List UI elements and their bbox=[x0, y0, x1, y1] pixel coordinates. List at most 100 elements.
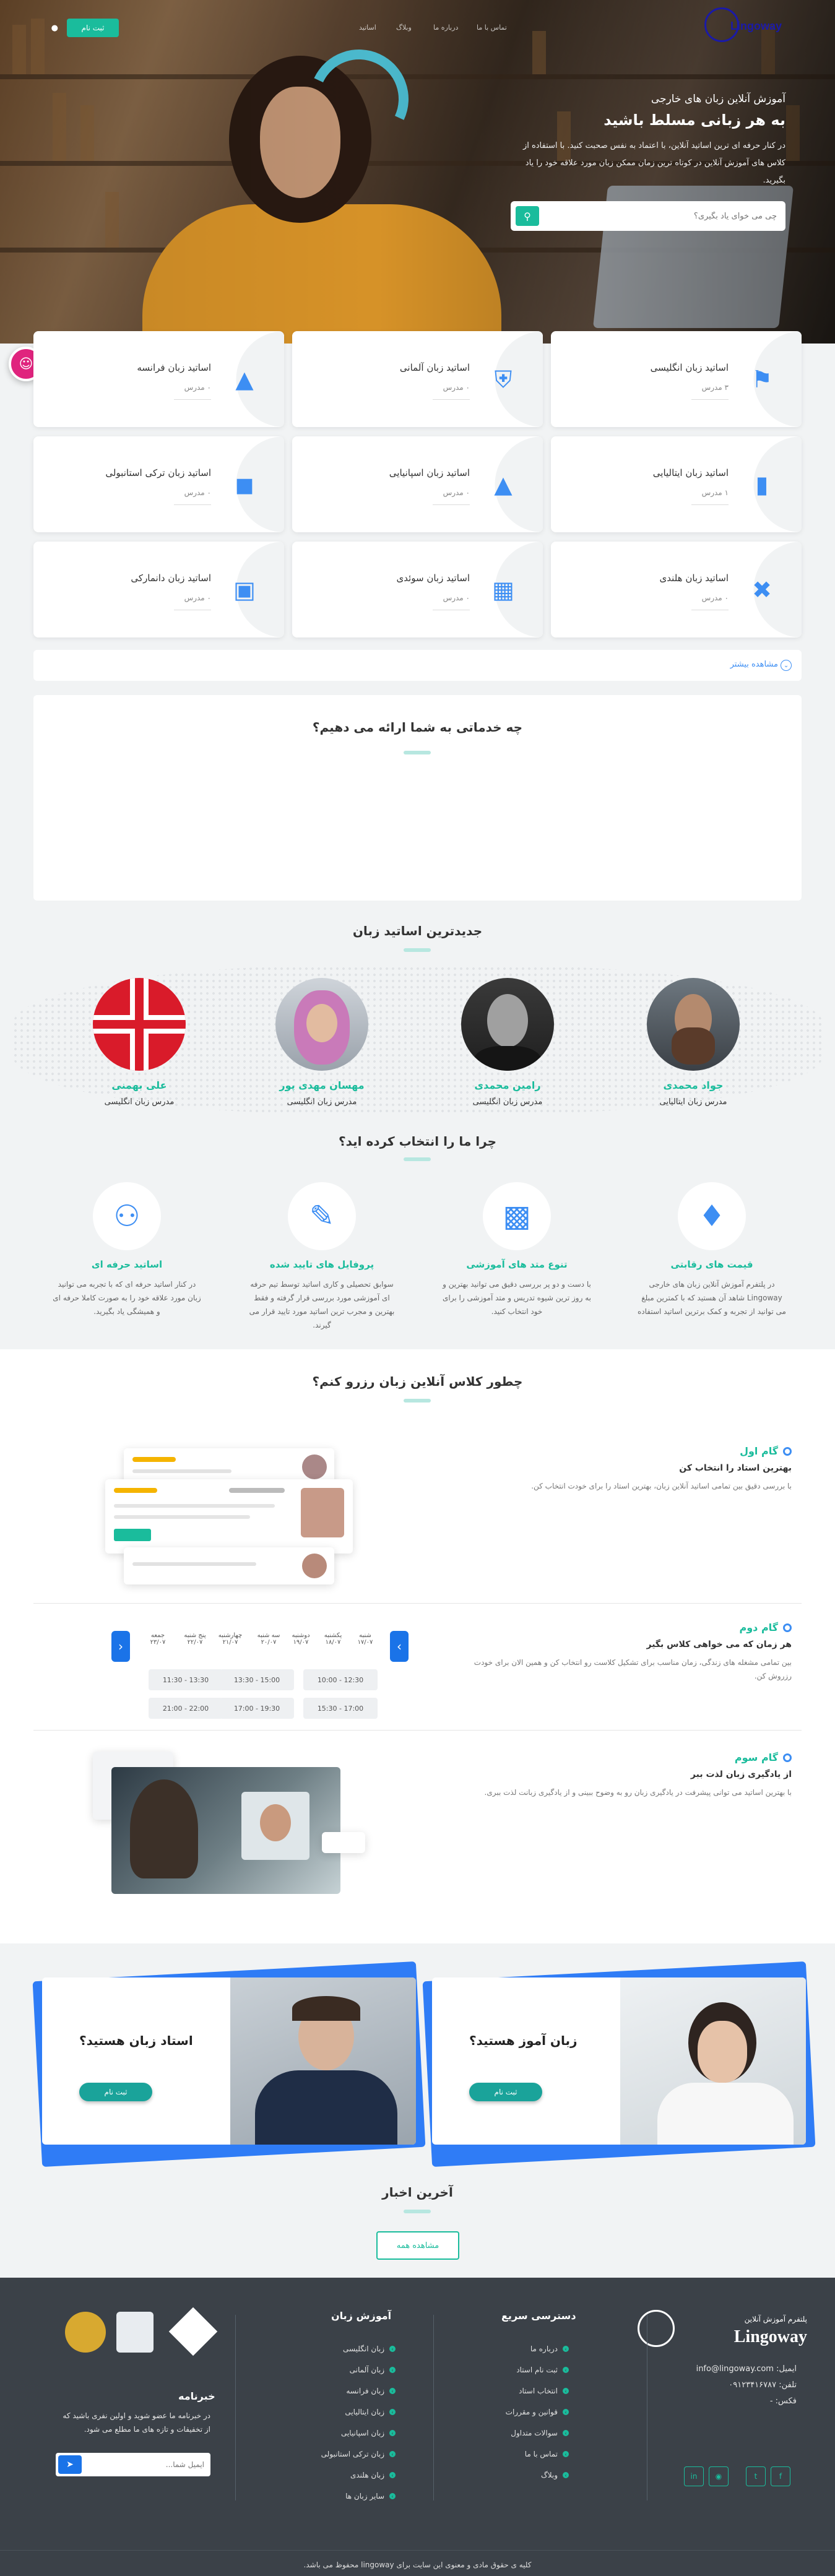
footer-email: ایمیل: info@lingoway.com bbox=[696, 2364, 797, 2374]
time-slot[interactable]: 13:30 - 15:00 bbox=[220, 1669, 294, 1690]
enamad-badge[interactable] bbox=[168, 2307, 218, 2356]
teacher-category-card[interactable]: ▮ اساتید زبان ایتالیایی ۱ مدرس bbox=[551, 436, 802, 532]
newsletter-email-input[interactable] bbox=[87, 2453, 204, 2476]
footer-link[interactable]: › سوالات متداول bbox=[511, 2429, 569, 2437]
card-title: اساتید زبان سوئدی bbox=[396, 573, 470, 584]
windmill-icon: ✖ bbox=[752, 576, 772, 603]
teacher-register-button[interactable]: ثبت نام bbox=[79, 2083, 152, 2101]
teacher-category-card[interactable]: ✖ اساتید زبان هلندی ۰ مدرس bbox=[551, 542, 802, 638]
teacher-category-card[interactable]: ▣ اساتید زبان دانمارکی ۰ مدرس bbox=[33, 542, 284, 638]
next-week-button[interactable]: › bbox=[390, 1631, 409, 1662]
time-slot[interactable]: 17:00 - 19:30 bbox=[220, 1698, 294, 1719]
footer-link[interactable]: › سایر زبان ها bbox=[345, 2492, 396, 2500]
register-button[interactable]: ثبت نام bbox=[67, 19, 119, 37]
hero-kicker: آموزش آنلاین زبان های خارجی bbox=[651, 93, 785, 105]
samandehi-badge[interactable] bbox=[116, 2312, 154, 2353]
footer-link[interactable]: › زبان ترکی استانبولی bbox=[321, 2450, 396, 2458]
show-more-bar[interactable]: ⌄ مشاهده بیشتر bbox=[33, 650, 802, 681]
search-icon: ⚲ bbox=[524, 210, 531, 222]
card-title: اساتید زبان دانمارکی bbox=[131, 573, 211, 584]
footer-link[interactable]: › زبان انگلیسی bbox=[343, 2345, 396, 2353]
teacher-profile[interactable]: جواد محمدی مدرس زبان ایتالیایی bbox=[631, 978, 755, 1107]
time-slot[interactable]: 21:00 - 22:00 bbox=[149, 1698, 223, 1719]
card-count: ۰ مدرس bbox=[184, 594, 211, 602]
search-button[interactable]: ⚲ bbox=[516, 206, 539, 226]
footer-phone: تلفن: ۰۹۱۲۳۴۱۶۷۸۷ bbox=[729, 2380, 797, 2390]
footer-link[interactable]: › زبان آلمانی bbox=[350, 2366, 396, 2374]
time-slot[interactable]: 11:30 - 13:30 bbox=[149, 1669, 223, 1690]
step-description: با بررسی دقیق بین تمامی اساتید آنلاین زب… bbox=[531, 1482, 792, 1490]
teacher-name[interactable]: جواد محمدی bbox=[631, 1079, 755, 1091]
avatar[interactable] bbox=[461, 978, 554, 1071]
nav-item[interactable]: وبلاگ bbox=[396, 24, 412, 32]
feature-title: اساتید حرفه ای bbox=[91, 1259, 163, 1270]
footer-link[interactable]: › زبان هلندی bbox=[350, 2471, 396, 2479]
teacher-category-card[interactable]: ⚑ اساتید زبان انگلیسی ۳ مدرس bbox=[551, 331, 802, 427]
booking-step: گام اول بهترین استاد را انتخاب کن با برر… bbox=[470, 1445, 792, 1493]
teacher-profile[interactable]: علی بهمنی مدرس زبان انگلیسی bbox=[77, 978, 201, 1107]
teacher-category-card[interactable]: ▲ اساتید زبان اسپانیایی ۰ مدرس bbox=[292, 436, 543, 532]
time-slot[interactable]: 15:30 - 17:00 bbox=[303, 1698, 378, 1719]
student-cta: زبان آموز هستید؟ ثبت نام bbox=[422, 1961, 816, 2168]
verified-profile-icon: ✎ bbox=[288, 1182, 356, 1250]
show-more-link[interactable]: مشاهده بیشتر bbox=[730, 660, 778, 669]
view-all-news-button[interactable]: مشاهده همه bbox=[376, 2231, 459, 2260]
nav-item[interactable]: اساتید bbox=[359, 24, 376, 32]
day-header: سه شنبه ۲۰/۰۷ bbox=[257, 1632, 280, 1646]
day-header: پنج شنبه ۲۲/۰۷ bbox=[184, 1632, 206, 1646]
avatar[interactable] bbox=[647, 978, 740, 1071]
card-title: اساتید زبان ترکی استانبولی bbox=[105, 467, 211, 478]
hero-search: ⚲ bbox=[511, 201, 785, 231]
video-call-image bbox=[111, 1767, 340, 1894]
union-badge[interactable] bbox=[65, 2312, 106, 2353]
user-icon[interactable]: ● bbox=[50, 24, 58, 33]
footer-link[interactable]: › ثبت نام استاد bbox=[516, 2366, 569, 2374]
newsletter-submit-button[interactable]: ➤ bbox=[58, 2455, 82, 2474]
booking-step: گام سوم از یادگیری زبان لذت ببر با بهتری… bbox=[470, 1752, 792, 1799]
teacher-category-card[interactable]: ▦ اساتید زبان سوئدی ۰ مدرس bbox=[292, 542, 543, 638]
teacher-profile[interactable]: رامین محمدی مدرس زبان انگلیسی bbox=[446, 978, 569, 1107]
student-register-button[interactable]: ثبت نام bbox=[469, 2083, 542, 2101]
avatar[interactable] bbox=[275, 978, 368, 1071]
footer-link[interactable]: › زبان فرانسه bbox=[346, 2387, 396, 2395]
feature-item: ⚇ اساتید حرفه ای در کنار اساتید حرفه ای … bbox=[53, 1182, 201, 1318]
prev-week-button[interactable]: ‹ bbox=[111, 1631, 130, 1662]
avatar[interactable] bbox=[93, 978, 186, 1071]
card-count: ۰ مدرس bbox=[443, 488, 470, 497]
footer-link[interactable]: › زبان اسپانیایی bbox=[341, 2429, 396, 2437]
linkedin-icon[interactable]: in bbox=[684, 2466, 704, 2486]
feature-desc: با دست و دو پر بررسی دقیق می توانید بهتر… bbox=[443, 1280, 591, 1316]
telegram-send-icon: ➤ bbox=[66, 2460, 74, 2470]
time-slot[interactable]: 10:00 - 12:30 bbox=[303, 1669, 378, 1690]
footer-link[interactable]: › انتخاب استاد bbox=[519, 2387, 569, 2395]
step-label: گام اول bbox=[740, 1445, 778, 1457]
teacher-name[interactable]: رامین محمدی bbox=[446, 1079, 569, 1091]
footer-link[interactable]: › زبان ایتالیایی bbox=[345, 2408, 396, 2416]
teacher-category-card[interactable]: ⛨ اساتید زبان آلمانی ۰ مدرس bbox=[292, 331, 543, 427]
footer-link[interactable]: › تماس با ما bbox=[525, 2450, 569, 2458]
facebook-icon[interactable]: f bbox=[771, 2466, 790, 2486]
footer-logo[interactable] bbox=[638, 2310, 675, 2347]
teacher-name[interactable]: مهسان مهدی پور bbox=[260, 1079, 384, 1091]
price-tag-icon: ♦ bbox=[678, 1182, 746, 1250]
big-ben-icon: ⚑ bbox=[751, 366, 773, 393]
brand-name[interactable]: Lingoway bbox=[730, 20, 782, 33]
card-title: اساتید زبان ایتالیایی bbox=[652, 467, 729, 478]
teacher-profile[interactable]: مهسان مهدی پور مدرس زبان انگلیسی bbox=[260, 978, 384, 1107]
footer-fax: فکس: - bbox=[769, 2397, 797, 2406]
nav-item[interactable]: درباره ما bbox=[433, 24, 458, 32]
chevron-right-icon: › bbox=[397, 1639, 402, 1654]
footer-link[interactable]: › درباره ما bbox=[530, 2345, 569, 2353]
teacher-category-card[interactable]: ◼ اساتید زبان ترکی استانبولی ۰ مدرس bbox=[33, 436, 284, 532]
teacher-name[interactable]: علی بهمنی bbox=[77, 1079, 201, 1091]
brandenburg-gate-icon: ⛨ bbox=[494, 365, 513, 393]
footer-link[interactable]: › وبلاگ bbox=[541, 2471, 569, 2479]
twitter-icon[interactable]: t bbox=[746, 2466, 766, 2486]
search-input[interactable] bbox=[554, 201, 777, 231]
instagram-icon[interactable]: ◉ bbox=[709, 2466, 729, 2486]
pisa-tower-icon: ▮ bbox=[755, 471, 769, 498]
teacher-category-card[interactable]: ▲ اساتید زبان فرانسه ۰ مدرس bbox=[33, 331, 284, 427]
footer-link[interactable]: › قوانین و مقررات bbox=[506, 2408, 569, 2416]
nav-item[interactable]: تماس با ما bbox=[477, 24, 507, 32]
card-count: ۳ مدرس bbox=[701, 383, 729, 392]
